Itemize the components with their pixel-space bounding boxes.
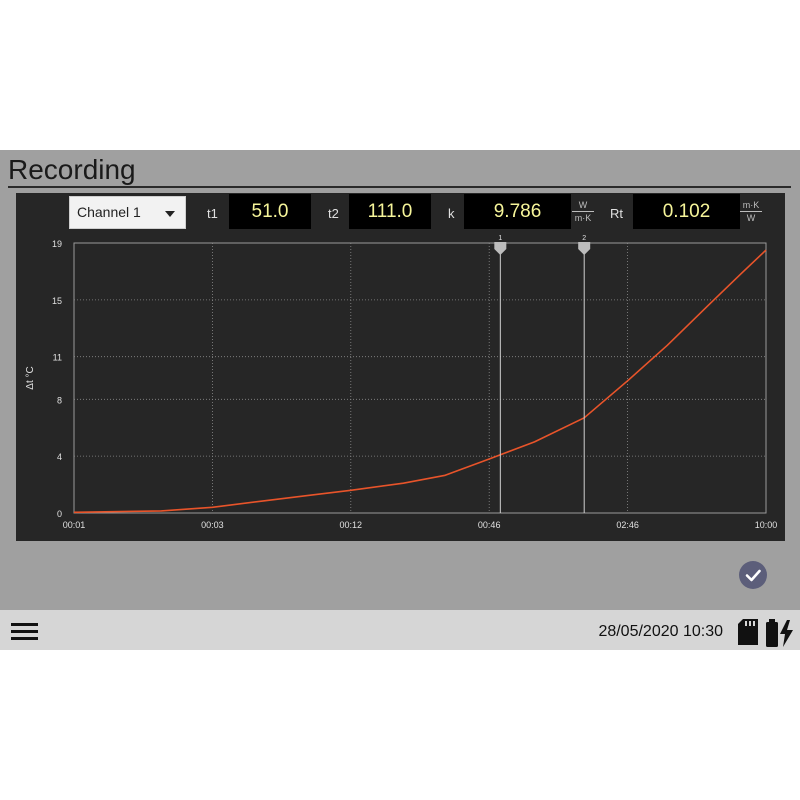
x-tick-label: 00:01 — [63, 520, 86, 530]
y-tick-label: 4 — [57, 452, 62, 462]
data-series-line — [73, 249, 767, 514]
x-tick-label: 02:46 — [616, 520, 639, 530]
recording-screen: Recording Channel 1 t1 51.0 t2 111.0 k 9… — [0, 150, 800, 650]
status-bar: 28/05/2020 10:30 — [0, 610, 800, 650]
cursor-handle-1 — [494, 242, 507, 255]
chart-panel: Channel 1 t1 51.0 t2 111.0 k 9.786 W m·K… — [16, 193, 785, 541]
cursor-label-2: 2 — [582, 235, 586, 242]
checkmark-icon — [745, 569, 761, 582]
y-tick-label: 15 — [52, 296, 62, 306]
confirm-button[interactable] — [739, 561, 767, 589]
temperature-rise-chart: 0 4 8 11 15 19 00:01 00:03 00:12 00:46 02:46 10:00 Δ… — [25, 235, 778, 530]
x-tick-label: 10:00 — [755, 520, 778, 530]
hamburger-menu-icon[interactable] — [11, 623, 38, 641]
y-tick-label: 8 — [57, 395, 62, 405]
sd-card-icon — [738, 619, 758, 645]
battery-charging-icon — [766, 619, 793, 647]
plot-frame — [73, 242, 767, 514]
x-tick-label: 00:46 — [478, 520, 501, 530]
cursor-handle-2 — [578, 242, 591, 255]
title-divider — [8, 186, 791, 188]
y-tick-label: 11 — [53, 353, 62, 363]
cursor-label-1: 1 — [498, 235, 502, 242]
x-tick-label: 00:03 — [201, 520, 224, 530]
y-tick-label: 0 — [57, 509, 62, 519]
datetime: 28/05/2020 10:30 — [598, 623, 723, 640]
x-tick-label: 00:12 — [340, 520, 363, 530]
y-tick-label: 19 — [52, 239, 62, 249]
y-axis-label: Δt °C — [25, 366, 36, 389]
page-title: Recording — [8, 154, 136, 185]
